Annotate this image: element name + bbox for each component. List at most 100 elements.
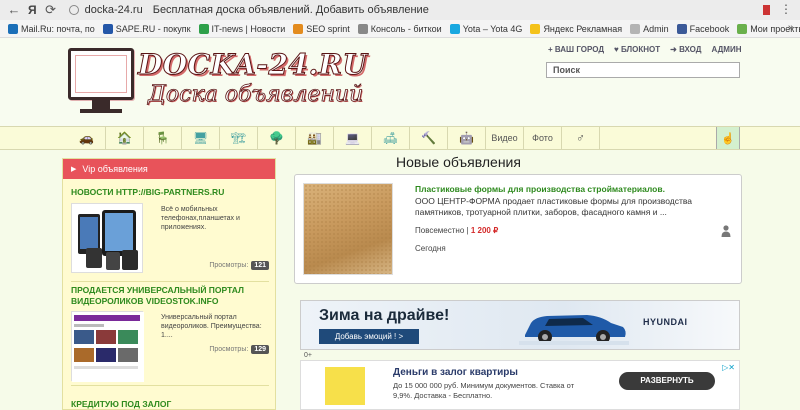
bookmark-flag-icon[interactable] bbox=[763, 5, 770, 15]
vip-heading[interactable]: ▶ Vip объявления bbox=[63, 159, 275, 179]
more-bookmarks-icon[interactable]: » bbox=[788, 22, 794, 34]
ad-title: Зима на драйве! bbox=[319, 307, 450, 324]
back-icon[interactable]: ← bbox=[6, 2, 22, 18]
ad-banner-hyundai[interactable]: Зима на драйве! Добавь эмоций ! > HYUNDA… bbox=[300, 300, 740, 350]
site-logo-text[interactable]: DOCKA-24.RU bbox=[137, 48, 367, 82]
vip-item-thumbnail[interactable] bbox=[71, 203, 143, 273]
ad-title[interactable]: Деньги в залог квартиры bbox=[393, 367, 518, 378]
bookmark-label: Консоль - биткои bbox=[370, 23, 442, 34]
category-tab[interactable]: Видео bbox=[486, 127, 524, 149]
menu-icon[interactable]: ⋮ bbox=[780, 2, 792, 16]
vip-item-thumbnail[interactable] bbox=[71, 311, 144, 382]
car-image bbox=[519, 315, 629, 345]
logo-monitor-icon[interactable] bbox=[68, 48, 134, 100]
bookmark-label: SAPE.RU - покупк bbox=[115, 23, 191, 34]
category-house-icon[interactable]: 🏠 bbox=[106, 127, 144, 149]
bookmark-item[interactable]: SEO sprint bbox=[293, 23, 350, 34]
bookmark-favicon-icon bbox=[449, 23, 460, 34]
ad-cta-button[interactable]: Добавь эмоций ! > bbox=[319, 329, 419, 344]
robot-icon: 🤖 bbox=[459, 131, 474, 145]
vip-item: КРЕДИТУЮ ПОД ЗАЛОГ bbox=[71, 399, 269, 410]
vip-heading-label: Vip объявления bbox=[82, 164, 148, 174]
bookmark-label: Yota – Yota 4G bbox=[462, 23, 523, 34]
bookmark-item[interactable]: Консоль - биткои bbox=[357, 23, 442, 34]
bookmark-item[interactable]: Яндекс Рекламная bbox=[530, 23, 623, 34]
category-monitor-icon[interactable]: 💻 bbox=[334, 127, 372, 149]
vip-item: НОВОСТИ HTTP://BIG-PARTNERS.RU Всё о моб… bbox=[71, 187, 269, 282]
bookmark-item[interactable]: Facebook bbox=[676, 23, 730, 34]
browser-address-bar: ← Я ⟳ docka-24.ru Бесплатная доска объяв… bbox=[0, 0, 800, 20]
link-login[interactable]: ➜ ВХОД bbox=[670, 45, 701, 54]
site-info-icon[interactable] bbox=[68, 5, 79, 15]
yandex-logo[interactable]: Я bbox=[28, 3, 37, 17]
category-hammer-icon[interactable]: 🔨 bbox=[410, 127, 448, 149]
category-robot-icon[interactable]: 🤖 bbox=[448, 127, 486, 149]
ad-expand-button[interactable]: РАЗВЕРНУТЬ bbox=[619, 372, 715, 390]
link-city[interactable]: + ВАШ ГОРОД bbox=[548, 45, 604, 54]
person-icon: ♂ bbox=[576, 131, 585, 145]
site-logo-subtitle: Доска объявлений bbox=[148, 82, 364, 108]
bookmarks-bar: Mail.Ru: почта, по SAPE.RU - покупк IT-new… bbox=[0, 20, 800, 38]
search-input[interactable]: Поиск bbox=[546, 62, 740, 78]
chair-icon: 🪑 bbox=[155, 131, 170, 145]
vip-item-title[interactable]: КРЕДИТУЮ ПОД ЗАЛОГ bbox=[71, 399, 269, 410]
bookmark-label: Facebook bbox=[689, 23, 730, 34]
listing-meta: Повсеместно | 1 200 ₽ bbox=[415, 226, 498, 235]
bookmark-favicon-icon bbox=[293, 23, 304, 34]
category-desk-icon[interactable]: 🖥 bbox=[182, 127, 220, 149]
hand-icon[interactable]: ☝ bbox=[716, 127, 740, 149]
bookmark-item[interactable]: SAPE.RU - покупк bbox=[102, 23, 191, 34]
bookmark-label: Admin bbox=[643, 23, 669, 34]
vip-item: ПРОДАЕТСЯ УНИВЕРСАЛЬНЫЙ ПОРТАЛ ВИДЕОРОЛИ… bbox=[71, 285, 269, 386]
category-tab[interactable]: Фото bbox=[524, 127, 562, 149]
views-count: 129 bbox=[251, 345, 269, 354]
category-sofa-icon[interactable]: 🛋 bbox=[372, 127, 410, 149]
category-car-icon[interactable]: 🚗 bbox=[68, 127, 106, 149]
category-person-icon[interactable]: ♂ bbox=[562, 127, 600, 149]
bookmark-label: Mail.Ru: почта, по bbox=[21, 23, 95, 34]
bookmark-item[interactable]: Admin bbox=[630, 23, 669, 34]
desk-icon: 🖥 bbox=[192, 131, 209, 145]
category-worker-icon[interactable]: 🏗 bbox=[220, 127, 258, 149]
category-chair-icon[interactable]: 🪑 bbox=[144, 127, 182, 149]
logo-monitor-base bbox=[80, 109, 122, 113]
bookmark-favicon-icon bbox=[102, 23, 113, 34]
listing-separator: | bbox=[466, 226, 469, 235]
views-label: Просмотры: bbox=[209, 262, 249, 269]
ad-description: До 15 000 000 руб. Минимум документов. С… bbox=[393, 381, 575, 400]
listing-image[interactable] bbox=[303, 183, 393, 275]
ad-choices-icon[interactable]: ▷✕ bbox=[722, 363, 735, 372]
listing-card[interactable]: Пластиковые формы для производства строй… bbox=[294, 174, 742, 284]
bookmark-item[interactable]: Mail.Ru: почта, по bbox=[8, 23, 95, 34]
category-tree-icon[interactable]: 🌳 bbox=[258, 127, 296, 149]
bookmark-favicon-icon bbox=[676, 23, 687, 34]
category-bar: 🚗 🏠 🪑 🖥 🏗 🌳 🏭 💻 🛋 🔨 🤖 Видео Фото ♂ ☝ bbox=[0, 126, 800, 150]
listing-price: 1 200 ₽ bbox=[470, 226, 499, 235]
bookmark-label: SEO sprint bbox=[306, 23, 350, 34]
user-icon[interactable] bbox=[721, 225, 731, 237]
refresh-icon[interactable]: ⟳ bbox=[43, 2, 59, 18]
divider bbox=[71, 385, 269, 386]
url-text[interactable]: docka-24.ru bbox=[85, 4, 143, 16]
link-notebook[interactable]: ♥ БЛОКНОТ bbox=[614, 45, 660, 54]
listing-title[interactable]: Пластиковые формы для производства строй… bbox=[415, 184, 665, 194]
top-links: + ВАШ ГОРОД ♥ БЛОКНОТ ➜ ВХОД АДМИН bbox=[548, 45, 741, 54]
category-factory-icon[interactable]: 🏭 bbox=[296, 127, 334, 149]
ad-banner-loan[interactable]: Деньги в залог квартиры До 15 000 000 ру… bbox=[300, 360, 740, 410]
sofa-icon: 🛋 bbox=[382, 131, 399, 145]
bookmark-favicon-icon bbox=[737, 23, 748, 34]
bookmark-item[interactable]: IT-news | Новости bbox=[198, 23, 286, 34]
vip-item-title[interactable]: ПРОДАЕТСЯ УНИВЕРСАЛЬНЫЙ ПОРТАЛ ВИДЕОРОЛИ… bbox=[71, 285, 269, 307]
house-icon: 🏠 bbox=[117, 131, 132, 145]
bookmark-favicon-icon bbox=[8, 23, 18, 34]
link-admin[interactable]: АДМИН bbox=[712, 45, 742, 54]
ad-brand: HYUNDAI bbox=[643, 317, 688, 327]
arrow-right-icon: ▶ bbox=[71, 166, 77, 173]
views-label: Просмотры: bbox=[209, 346, 249, 353]
vip-item-title[interactable]: НОВОСТИ HTTP://BIG-PARTNERS.RU bbox=[71, 187, 269, 198]
divider bbox=[71, 281, 269, 282]
bookmark-label: IT-news | Новости bbox=[211, 23, 286, 34]
bookmark-item[interactable]: Yota – Yota 4G bbox=[449, 23, 523, 34]
bookmark-favicon-icon bbox=[630, 23, 641, 34]
bookmark-label: Яндекс Рекламная bbox=[543, 23, 623, 34]
